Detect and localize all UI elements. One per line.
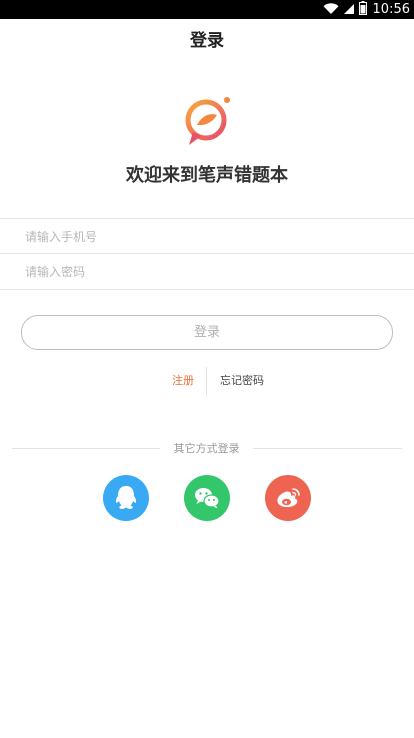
login-screen: 10:56 登录 欢迎来到笔声错题本 登录 注 bbox=[0, 0, 414, 738]
wifi-icon bbox=[323, 0, 339, 19]
password-field-row bbox=[0, 253, 414, 290]
weibo-login-button[interactable] bbox=[265, 475, 311, 521]
page-title: 登录 bbox=[190, 31, 224, 51]
status-icons: 10:56 bbox=[323, 0, 410, 19]
forgot-password-link[interactable]: 忘记密码 bbox=[220, 367, 264, 395]
status-bar: 10:56 bbox=[0, 0, 414, 19]
wechat-login-button[interactable] bbox=[184, 475, 230, 521]
divider-line-right bbox=[253, 448, 402, 449]
app-logo bbox=[183, 95, 233, 149]
phone-input[interactable] bbox=[25, 219, 395, 254]
other-login-label: 其它方式登录 bbox=[173, 442, 240, 455]
divider-line-left bbox=[12, 448, 160, 449]
login-button[interactable]: 登录 bbox=[21, 315, 393, 350]
wechat-icon bbox=[195, 488, 220, 509]
nav-bar: 登录 bbox=[0, 19, 414, 63]
welcome-text: 欢迎来到笔声错题本 bbox=[126, 165, 288, 186]
password-input[interactable] bbox=[25, 254, 395, 289]
signal-icon bbox=[343, 0, 355, 19]
link-divider bbox=[206, 367, 207, 397]
battery-icon bbox=[358, 0, 367, 19]
qq-penguin-icon bbox=[115, 486, 137, 509]
other-login-divider: 其它方式登录 bbox=[0, 440, 414, 458]
status-time: 10:56 bbox=[372, 2, 410, 17]
account-links: 注册 忘记密码 bbox=[0, 367, 414, 397]
weibo-icon bbox=[277, 488, 300, 508]
register-link[interactable]: 注册 bbox=[172, 367, 194, 395]
phone-field-row bbox=[0, 218, 414, 254]
qq-login-button[interactable] bbox=[103, 475, 149, 521]
